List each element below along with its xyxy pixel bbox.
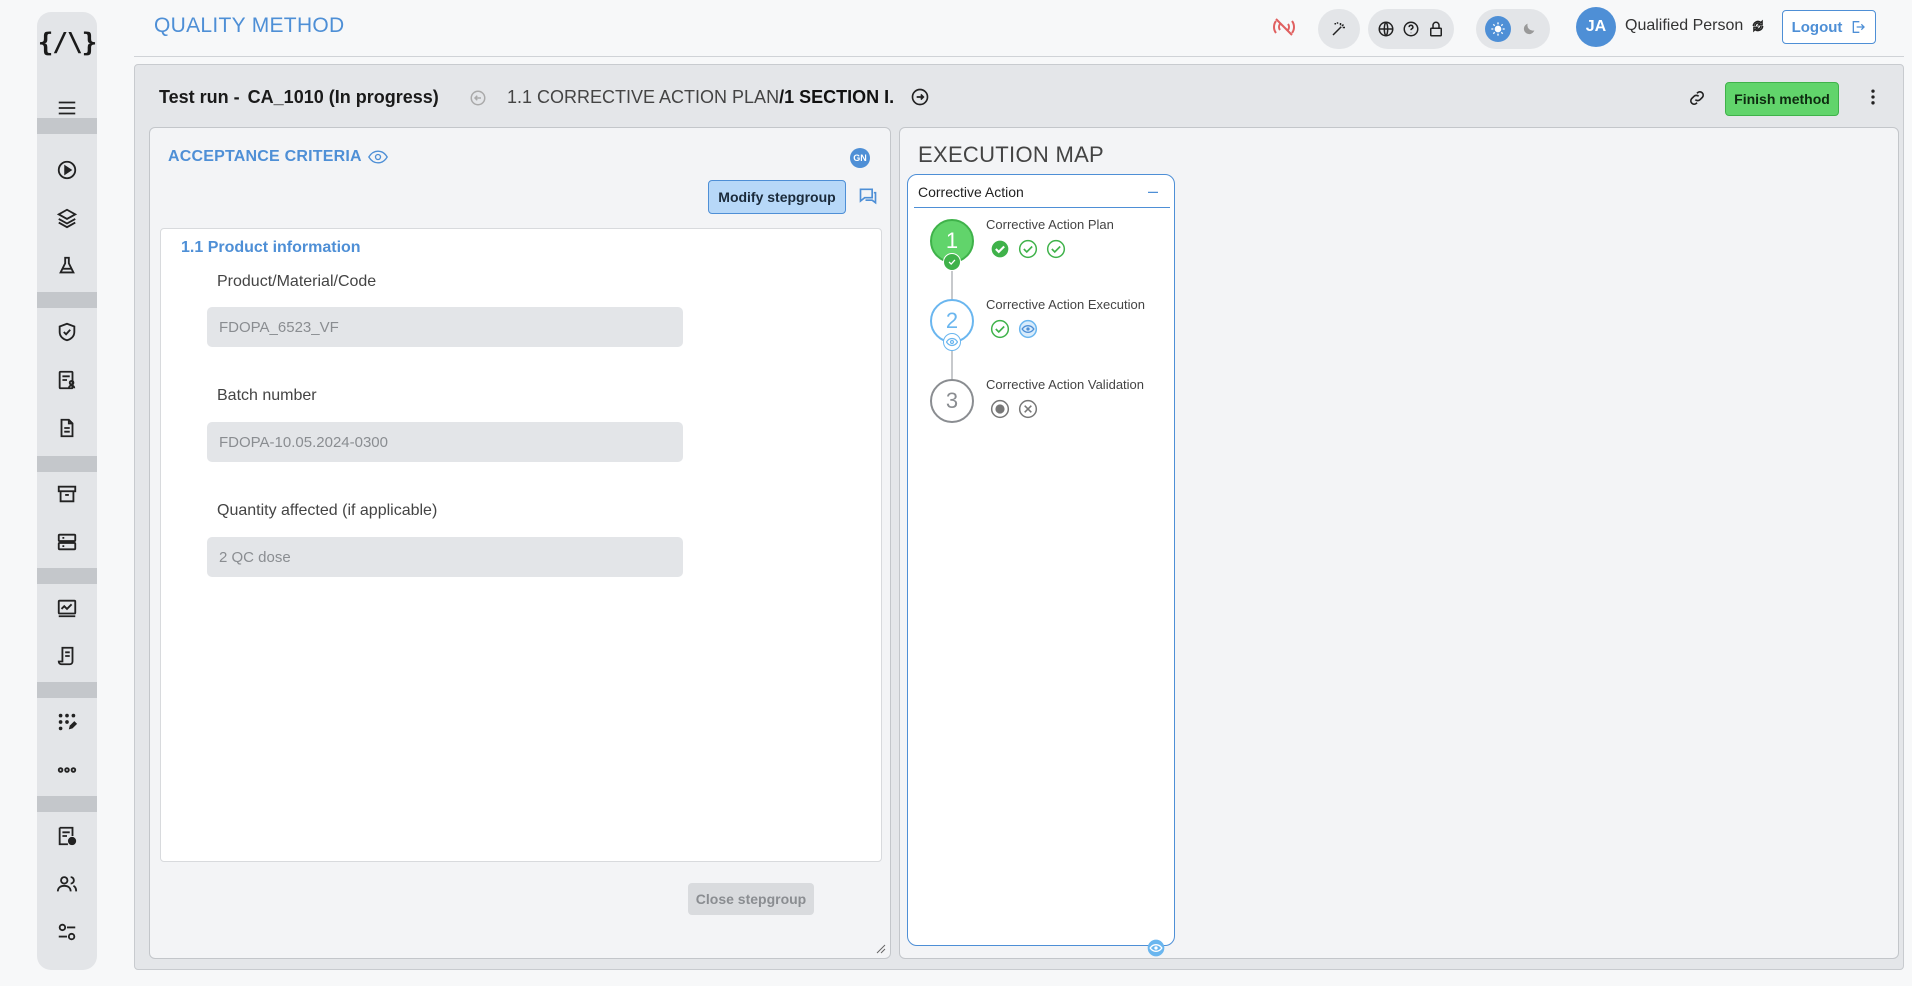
more-options-icon[interactable] — [1863, 87, 1883, 107]
step-connector — [951, 267, 953, 303]
next-step-icon[interactable] — [910, 87, 930, 107]
eye-circle-icon[interactable] — [1018, 319, 1038, 339]
sidebar-divider — [37, 568, 97, 584]
section-title: 1.1 Product information — [181, 239, 361, 256]
utility-pill — [1368, 9, 1454, 49]
report-clock-icon[interactable] — [37, 818, 97, 854]
product-code-field[interactable] — [207, 307, 683, 347]
help-icon[interactable] — [1399, 16, 1424, 42]
document-icon[interactable] — [37, 410, 97, 446]
globe-icon[interactable] — [1374, 16, 1399, 42]
server-icon[interactable] — [37, 524, 97, 560]
tools-pill — [1318, 9, 1360, 49]
execution-map-card: EXECUTION MAP Corrective Action – 1 Corr… — [899, 127, 1899, 959]
grid-edit-icon[interactable] — [37, 704, 97, 740]
avatar[interactable]: JA — [1576, 7, 1616, 47]
field-label: Batch number — [217, 387, 317, 404]
users-icon[interactable] — [37, 866, 97, 902]
close-stepgroup-button[interactable]: Close stepgroup — [688, 883, 814, 915]
comments-icon[interactable] — [858, 186, 878, 206]
monitor-chart-icon[interactable] — [37, 590, 97, 626]
step-connector — [951, 347, 953, 383]
sidebar-divider — [37, 456, 97, 472]
record-icon[interactable] — [990, 399, 1010, 419]
cancel-circle-icon[interactable] — [1018, 399, 1038, 419]
step-review-icon — [943, 333, 961, 351]
step-2-substeps — [990, 319, 1038, 339]
switch-user-icon[interactable] — [1751, 19, 1765, 33]
execution-map-title: EXECUTION MAP — [918, 142, 1105, 167]
light-mode-icon[interactable] — [1484, 16, 1511, 42]
flask-icon[interactable] — [37, 248, 97, 284]
run-title-prefix: Test run - — [159, 87, 240, 107]
logout-button[interactable]: Logout — [1782, 10, 1876, 44]
group-divider — [914, 207, 1170, 208]
sidebar-divider — [37, 682, 97, 698]
eye-icon[interactable] — [367, 149, 388, 165]
field-label: Quantity affected (if applicable) — [217, 502, 438, 519]
acceptance-criteria-label: ACCEPTANCE CRITERIA — [168, 148, 362, 165]
logout-icon — [1853, 21, 1866, 33]
test-run-panel: Test run - CA_1010 (In progress) 1.1 CORR… — [134, 64, 1904, 970]
batch-number-field[interactable] — [207, 422, 683, 462]
link-icon[interactable] — [1687, 88, 1707, 108]
sidebar-divider — [37, 292, 97, 308]
stepgroup-form: 1.1 Product information Product/Material… — [160, 228, 882, 862]
check-filled-icon[interactable] — [990, 239, 1010, 259]
user-name: Qualified Person — [1625, 17, 1744, 34]
breadcrumb: 1.1 CORRECTIVE ACTION PLAN/1 SECTION I. — [507, 87, 894, 108]
map-visibility-icon[interactable] — [1146, 938, 1166, 958]
quantity-affected-field[interactable] — [207, 537, 683, 577]
sidebar-divider — [37, 118, 97, 134]
logout-label: Logout — [1791, 18, 1843, 36]
header-divider — [134, 56, 1904, 57]
play-icon[interactable] — [37, 152, 97, 188]
step-3-substeps — [990, 399, 1038, 419]
execution-map-group: Corrective Action – 1 Corrective Action … — [907, 174, 1175, 957]
step-1-label[interactable]: Corrective Action Plan — [986, 217, 1114, 232]
group-title: Corrective Action — [918, 184, 1024, 200]
shield-check-icon[interactable] — [37, 314, 97, 350]
check-outline-icon[interactable] — [1018, 239, 1038, 259]
more-icon[interactable] — [37, 752, 97, 788]
step-complete-icon — [943, 253, 961, 271]
sidebar-divider — [37, 796, 97, 812]
sidebar: {/\} — [37, 12, 97, 970]
theme-toggle — [1476, 9, 1550, 49]
sliders-icon[interactable] — [37, 914, 97, 950]
connection-off-icon[interactable] — [1272, 15, 1296, 39]
acceptance-criteria-title: ACCEPTANCE CRITERIA — [168, 148, 388, 166]
user-badge: GN — [850, 148, 870, 168]
field-label: Product/Material/Code — [217, 273, 377, 290]
lock-icon[interactable] — [1423, 16, 1448, 42]
step-2-label[interactable]: Corrective Action Execution — [986, 297, 1145, 312]
breadcrumb-step[interactable]: 1.1 CORRECTIVE ACTION PLAN — [507, 87, 779, 107]
step-3-circle[interactable]: 3 — [930, 379, 974, 423]
previous-step-icon[interactable] — [469, 89, 487, 107]
app-title: QUALITY METHOD — [154, 14, 345, 37]
layers-icon[interactable] — [37, 200, 97, 236]
acceptance-criteria-card: ACCEPTANCE CRITERIA GN Modify stepgroup … — [149, 127, 891, 959]
magic-tools-icon[interactable] — [1326, 16, 1352, 42]
finish-method-button[interactable]: Finish method — [1725, 82, 1839, 116]
user-menu[interactable]: Qualified Person — [1625, 17, 1765, 35]
dark-mode-icon[interactable] — [1516, 16, 1542, 42]
receipt-icon[interactable] — [37, 638, 97, 674]
breadcrumb-section: 1 SECTION I. — [784, 87, 895, 107]
check-outline-icon[interactable] — [990, 319, 1010, 339]
run-title-name: CA_1010 (In progress) — [247, 87, 439, 107]
collapse-button[interactable]: – — [1148, 181, 1158, 202]
run-title: Test run - CA_1010 (In progress) — [159, 87, 439, 108]
app-logo[interactable]: {/\} — [37, 28, 98, 58]
step-3-label[interactable]: Corrective Action Validation — [986, 377, 1144, 392]
check-outline-icon[interactable] — [1046, 239, 1066, 259]
form-person-icon[interactable] — [37, 362, 97, 398]
modify-stepgroup-button[interactable]: Modify stepgroup — [708, 180, 846, 214]
resize-handle-icon[interactable] — [876, 944, 886, 954]
archive-icon[interactable] — [37, 476, 97, 512]
step-1-substeps — [990, 239, 1066, 259]
